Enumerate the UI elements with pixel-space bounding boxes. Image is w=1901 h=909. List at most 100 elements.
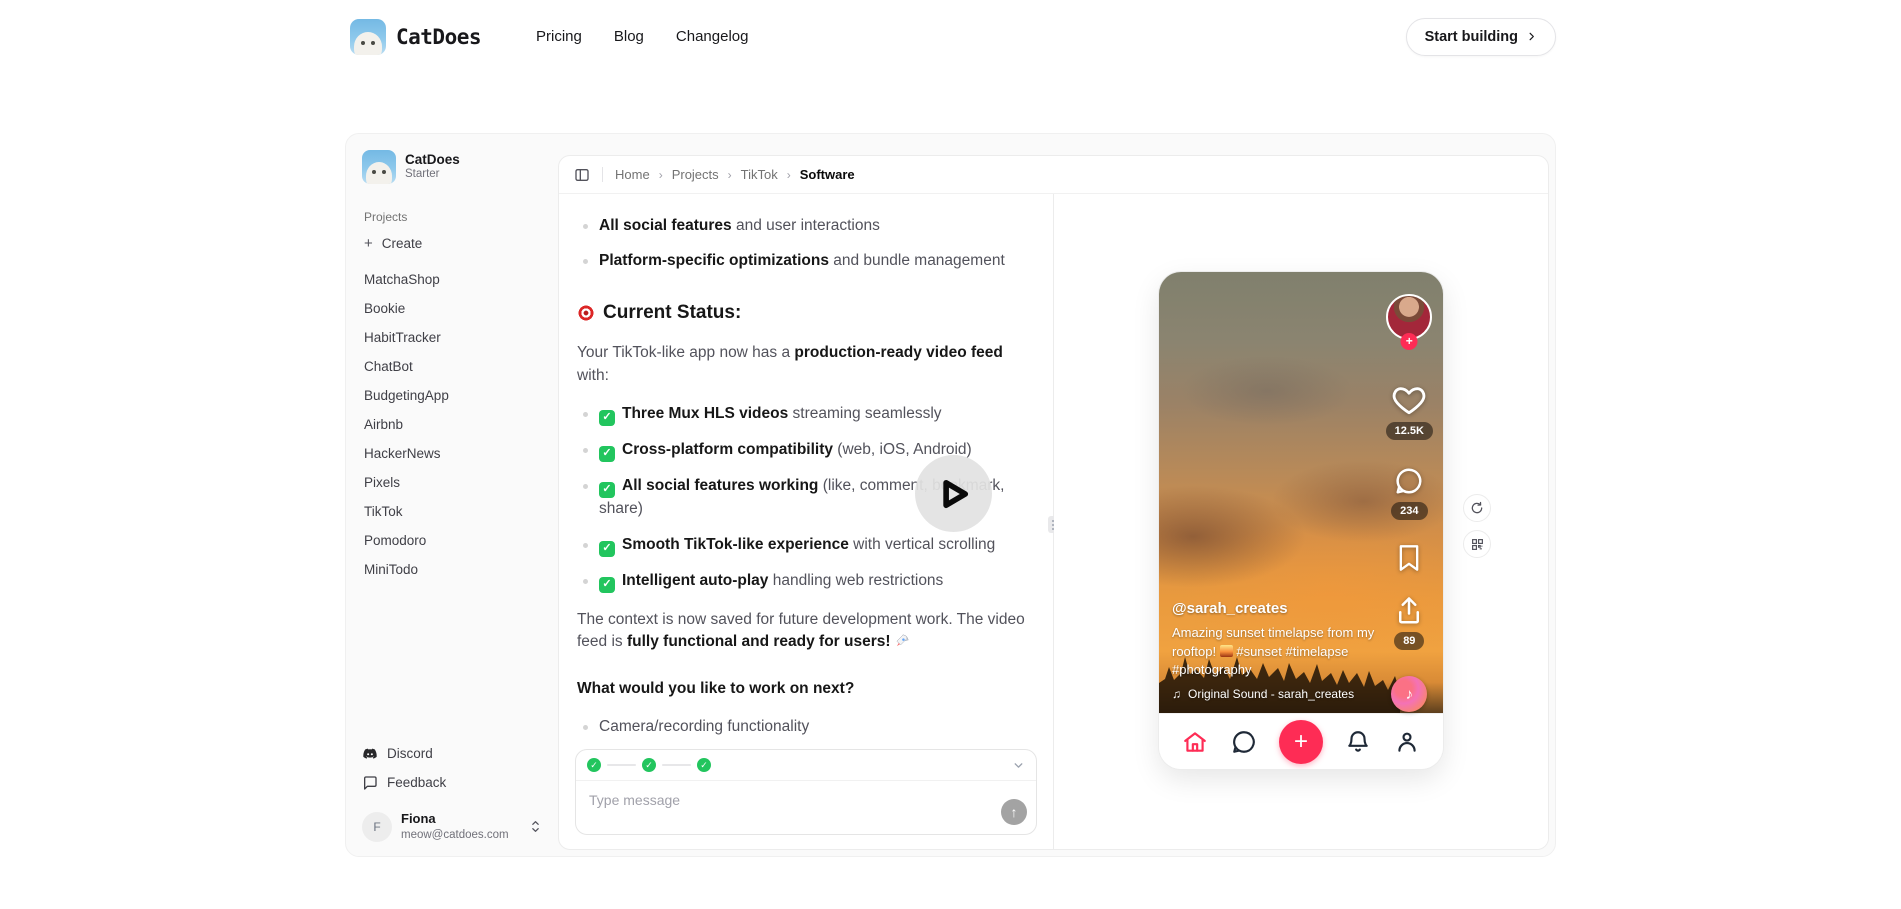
brand-logo[interactable]: CatDoes: [350, 18, 482, 55]
action-rail: + 12.5K 234 89 ♪: [1385, 294, 1433, 712]
nav-link-changelog[interactable]: Changelog: [676, 28, 749, 45]
sidebar-item-pixels[interactable]: Pixels: [364, 468, 542, 497]
start-building-label: Start building: [1424, 28, 1518, 45]
start-building-button[interactable]: Start building: [1405, 17, 1556, 56]
sidebar-item-minitodo[interactable]: MiniTodo: [364, 555, 542, 584]
notifications-tab[interactable]: [1345, 729, 1371, 755]
feedback-link[interactable]: Feedback: [362, 768, 542, 797]
breadcrumb-chevron-icon: ›: [658, 167, 663, 182]
feedback-label: Feedback: [387, 775, 447, 791]
sidebar-item-matchashop[interactable]: MatchaShop: [364, 265, 542, 294]
comment-bubble-icon: [1396, 468, 1422, 494]
video-preview[interactable]: + 12.5K 234 89 ♪ @sarah_creates Amazing …: [1159, 272, 1443, 713]
sound-title: Original Sound - sarah_creates: [1188, 687, 1355, 701]
projects-section-label: Projects: [364, 210, 408, 224]
list-item: ✓ Smooth TikTok-like experience with vert…: [583, 534, 1035, 557]
breadcrumb-projects[interactable]: Projects: [672, 167, 719, 182]
breadcrumb-chevron-icon: ›: [727, 167, 732, 182]
play-icon: [942, 479, 968, 508]
page: CatDoes Pricing Blog Changelog Start bui…: [0, 0, 1901, 909]
music-note-icon: ♫: [1172, 687, 1181, 701]
workspace-plan-badge: Starter: [405, 168, 440, 181]
context-note: The context is now saved for future deve…: [577, 609, 1035, 656]
sunset-emoji-icon: [1219, 644, 1233, 657]
play-button-overlay[interactable]: [915, 455, 992, 532]
chevron-down-icon[interactable]: [1012, 759, 1025, 772]
breadcrumb: Home › Projects › TikTok › Software: [615, 167, 855, 182]
breadcrumb-home[interactable]: Home: [615, 167, 650, 182]
panel-body: All social features and user interaction…: [559, 194, 1548, 849]
preview-tools: [1463, 494, 1491, 558]
music-disc-icon[interactable]: ♪: [1391, 676, 1428, 712]
check-icon: ✓: [599, 410, 615, 427]
bookmark-icon: [1399, 545, 1419, 571]
bookmark-button[interactable]: [1396, 544, 1422, 572]
create-project-button[interactable]: + Create: [364, 236, 542, 251]
create-video-button[interactable]: +: [1278, 719, 1323, 764]
refresh-preview-button[interactable]: [1463, 494, 1491, 522]
message-input[interactable]: [576, 781, 1036, 834]
sidebar-item-hackernews[interactable]: HackerNews: [364, 439, 542, 468]
sidebar-item-airbnb[interactable]: Airbnb: [364, 410, 542, 439]
sidebar-item-pomodoro[interactable]: Pomodoro: [364, 526, 542, 555]
heart-icon: [1393, 387, 1426, 415]
sidebar-footer: Discord Feedback F Fiona meow@catdoes.co…: [362, 739, 542, 842]
comments-button[interactable]: [1394, 466, 1424, 496]
breadcrumb-bar: Home › Projects › TikTok › Software: [559, 156, 1548, 194]
create-label: Create: [381, 236, 423, 251]
sidebar-item-habittracker[interactable]: HabitTracker: [364, 323, 542, 352]
step-connector: [607, 764, 636, 766]
status-intro: Your TikTok-like app now has a productio…: [577, 344, 1003, 384]
step-check-icon: ✓: [587, 758, 601, 772]
header-separator: [602, 167, 603, 182]
step-connector: [662, 764, 691, 766]
sidebar-item-budgetingapp[interactable]: BudgetingApp: [364, 381, 542, 410]
share-button[interactable]: [1394, 596, 1424, 626]
user-menu[interactable]: F Fiona meow@catdoes.com: [362, 811, 542, 842]
home-icon: [1184, 731, 1207, 752]
sidebar-item-bookie[interactable]: Bookie: [364, 294, 542, 323]
chevron-up-down-icon: [532, 821, 539, 833]
follow-plus-icon[interactable]: +: [1400, 333, 1418, 350]
user-name: Fiona: [401, 811, 436, 827]
profile-tab[interactable]: [1394, 729, 1420, 755]
messages-tab[interactable]: [1231, 729, 1257, 755]
main-panel: Home › Projects › TikTok › Software All …: [558, 155, 1549, 850]
qr-code-button[interactable]: [1463, 530, 1491, 558]
chat-bubble-icon: [1232, 730, 1255, 753]
nav-link-pricing[interactable]: Pricing: [536, 28, 582, 45]
sidebar-toggle-icon[interactable]: [574, 167, 590, 183]
breadcrumb-tiktok[interactable]: TikTok: [741, 167, 778, 182]
check-icon: ✓: [599, 540, 615, 557]
home-tab[interactable]: [1182, 729, 1208, 755]
like-count-badge: 12.5K: [1385, 422, 1433, 440]
nav-link-blog[interactable]: Blog: [614, 28, 644, 45]
sidebar-item-tiktok[interactable]: TikTok: [364, 497, 542, 526]
top-nav: CatDoes Pricing Blog Changelog Start bui…: [0, 0, 1901, 73]
target-emoji-icon: [577, 303, 595, 322]
plus-icon: +: [364, 235, 373, 252]
breadcrumb-chevron-icon: ›: [786, 167, 791, 182]
sound-row[interactable]: ♫ Original Sound - sarah_creates: [1172, 687, 1377, 701]
build-steps-bar[interactable]: ✓ ✓ ✓: [576, 750, 1036, 781]
nav-links: Pricing Blog Changelog: [536, 28, 748, 45]
check-icon: ✓: [599, 576, 615, 593]
list-item: ✓ Intelligent auto-play handling web rest…: [583, 570, 1035, 593]
creator-avatar[interactable]: +: [1386, 294, 1433, 350]
feature-list: All social features and user interaction…: [577, 215, 1035, 273]
sidebar-item-chatbot[interactable]: ChatBot: [364, 352, 542, 381]
like-button[interactable]: [1392, 384, 1426, 416]
check-icon: ✓: [599, 482, 615, 499]
refresh-icon: [1471, 501, 1483, 514]
current-status-heading: Current Status:: [577, 299, 1035, 327]
comment-count-badge: 234: [1391, 502, 1428, 520]
phone-preview: + 12.5K 234 89 ♪ @sarah_creates Amazing …: [1159, 272, 1443, 769]
discord-link[interactable]: Discord: [362, 739, 542, 768]
workspace-switcher[interactable]: CatDoes Starter: [362, 150, 542, 184]
project-list: MatchaShop Bookie HabitTracker ChatBot B…: [364, 265, 542, 584]
send-button[interactable]: ↑: [1001, 799, 1027, 825]
caption-text: Amazing sunset timelapse from my rooftop…: [1172, 625, 1375, 677]
options-list: Camera/recording functionality User auth…: [577, 716, 1035, 743]
creator-username[interactable]: @sarah_creates: [1172, 600, 1377, 617]
workspace-name: CatDoes: [405, 152, 460, 167]
